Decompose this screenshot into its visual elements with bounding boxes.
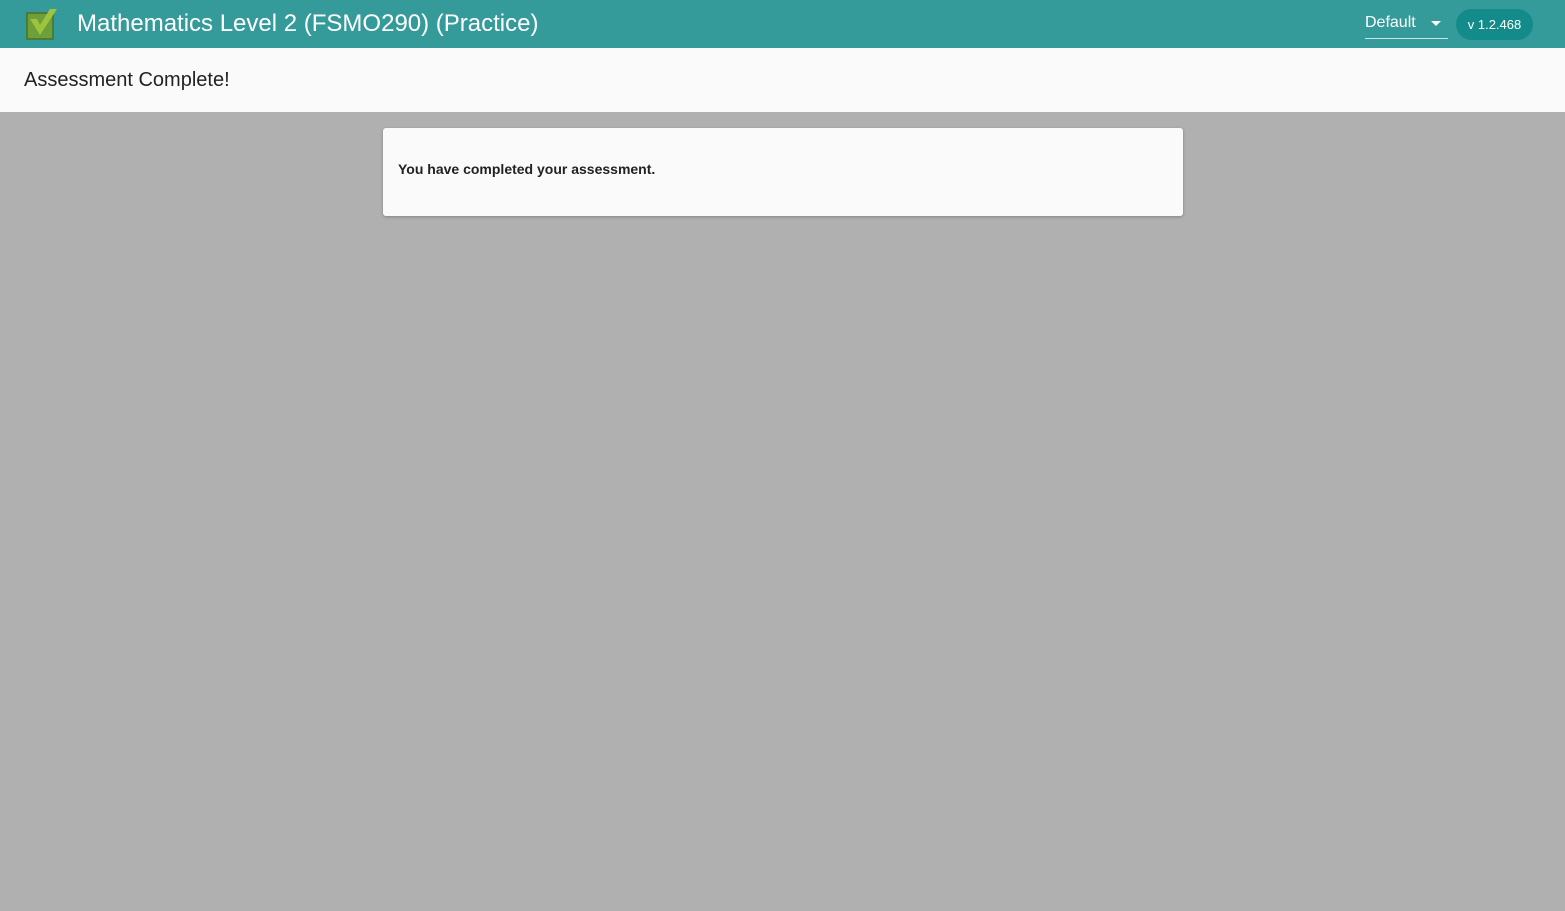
completion-message: You have completed your assessment. xyxy=(398,161,656,177)
caret-down-icon xyxy=(1431,21,1441,26)
completion-card: You have completed your assessment. xyxy=(383,128,1183,216)
page-title: Assessment Complete! xyxy=(24,69,230,91)
page-header: Assessment Complete! xyxy=(0,48,1565,112)
theme-select[interactable]: Default xyxy=(1365,8,1448,39)
app-title: Mathematics Level 2 (FSMO290) (Practice) xyxy=(77,10,539,37)
theme-select-value: Default xyxy=(1365,14,1416,31)
checkmark-box-icon xyxy=(26,7,59,40)
top-app-bar: Mathematics Level 2 (FSMO290) (Practice)… xyxy=(0,0,1565,48)
version-badge: v 1.2.468 xyxy=(1456,9,1533,40)
